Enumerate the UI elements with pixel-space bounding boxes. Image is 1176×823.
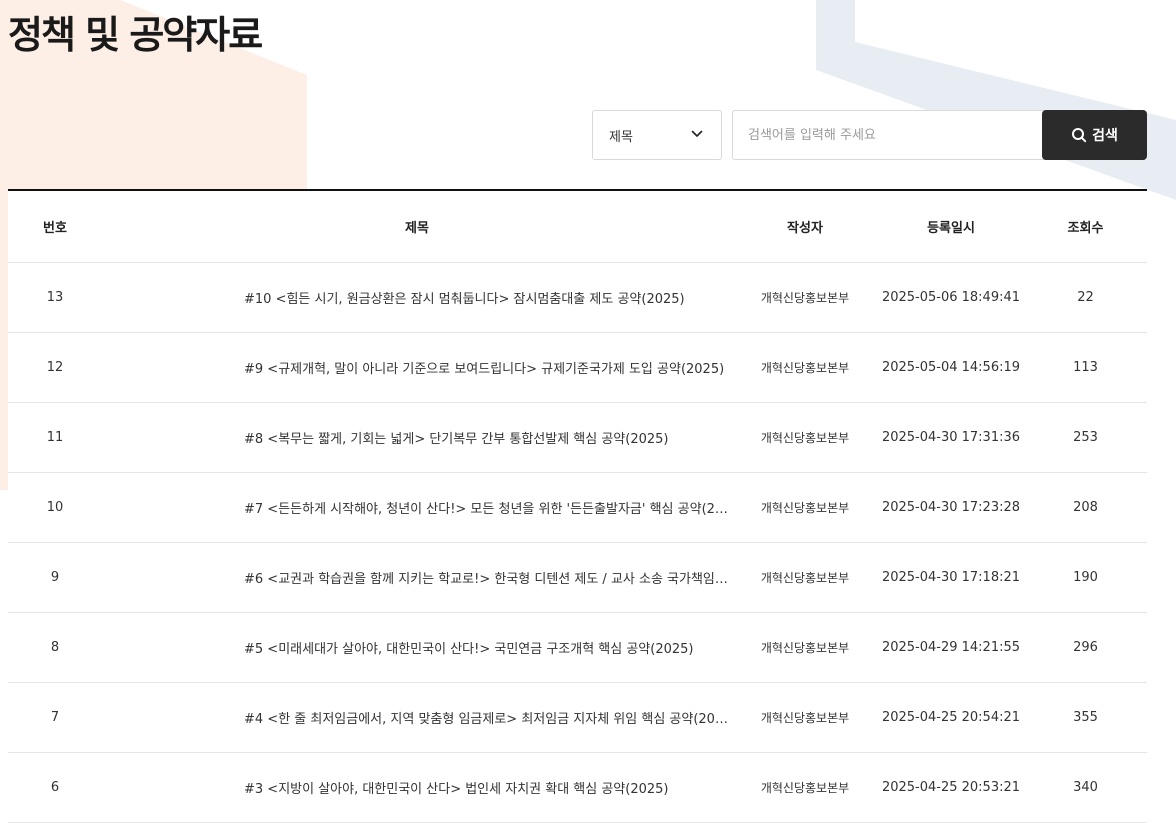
row-date: 2025-04-30 17:23:28 [878, 472, 1024, 543]
row-views: 340 [1024, 752, 1147, 823]
row-views: 208 [1024, 472, 1147, 543]
table-row[interactable]: 12 #9 <규제개혁, 말이 아니라 기준으로 보여드립니다> 규제기준국가제… [8, 332, 1147, 403]
table-row[interactable]: 6 #3 <지방이 살아야, 대한민국이 산다> 법인세 자치권 확대 핵심 공… [8, 752, 1147, 823]
row-title-link[interactable]: #4 <한 줄 최저임금에서, 지역 맞춤형 임금제로> 최저임금 지자체 위임… [244, 712, 732, 727]
row-author: 개혁신당홍보본부 [732, 682, 878, 753]
table-row[interactable]: 11 #8 <복무는 짧게, 기회는 넓게> 단기복무 간부 통합선발제 핵심 … [8, 402, 1147, 473]
row-title-cell: #6 <교권과 학습권을 함께 지키는 학교로!> 한국형 디텐션 제도 / 교… [102, 542, 732, 613]
row-author: 개혁신당홍보본부 [732, 542, 878, 613]
search-field-select[interactable]: 제목 [592, 110, 722, 160]
table-row[interactable]: 9 #6 <교권과 학습권을 함께 지키는 학교로!> 한국형 디텐션 제도 /… [8, 542, 1147, 613]
row-number: 12 [8, 332, 102, 403]
row-author: 개혁신당홍보본부 [732, 332, 878, 403]
row-author: 개혁신당홍보본부 [732, 472, 878, 543]
row-number: 11 [8, 402, 102, 473]
row-title-link[interactable]: #10 <힘든 시기, 원금상환은 잠시 멈춰둡니다> 잠시멈춤대출 제도 공약… [244, 292, 685, 307]
row-views: 253 [1024, 402, 1147, 473]
row-views: 190 [1024, 542, 1147, 613]
table-row[interactable]: 10 #7 <든든하게 시작해야, 청년이 산다!> 모든 청년을 위한 '든든… [8, 472, 1147, 543]
row-author: 개혁신당홍보본부 [732, 612, 878, 683]
row-title-cell: #3 <지방이 살아야, 대한민국이 산다> 법인세 자치권 확대 핵심 공약(… [102, 752, 732, 823]
row-date: 2025-04-25 20:53:21 [878, 752, 1024, 823]
search-button[interactable]: 검색 [1042, 110, 1147, 160]
header-title: 제목 [102, 190, 732, 263]
row-title-cell: #9 <규제개혁, 말이 아니라 기준으로 보여드립니다> 규제기준국가제 도입… [102, 332, 732, 403]
search-field-value: 제목 [609, 130, 633, 145]
row-number: 7 [8, 682, 102, 753]
row-title-link[interactable]: #9 <규제개혁, 말이 아니라 기준으로 보여드립니다> 규제기준국가제 도입… [244, 362, 724, 377]
row-title-link[interactable]: #8 <복무는 짧게, 기회는 넓게> 단기복무 간부 통합선발제 핵심 공약(… [244, 432, 669, 447]
row-views: 355 [1024, 682, 1147, 753]
header-date: 등록일시 [878, 190, 1024, 263]
board-table: 번호 제목 작성자 등록일시 조회수 13 #10 <힘든 시기, 원금상환은 … [8, 189, 1147, 823]
row-number: 9 [8, 542, 102, 613]
table-header-row: 번호 제목 작성자 등록일시 조회수 [8, 190, 1147, 263]
table-row[interactable]: 13 #10 <힘든 시기, 원금상환은 잠시 멈춰둡니다> 잠시멈춤대출 제도… [8, 262, 1147, 333]
search-button-label: 검색 [1092, 128, 1118, 144]
row-title-link[interactable]: #7 <든든하게 시작해야, 청년이 산다!> 모든 청년을 위한 '든든출발자… [244, 502, 732, 517]
row-date: 2025-04-30 17:31:36 [878, 402, 1024, 473]
row-author: 개혁신당홍보본부 [732, 262, 878, 333]
row-title-cell: #5 <미래세대가 살아야, 대한민국이 산다!> 국민연금 구조개혁 핵심 공… [102, 612, 732, 683]
chevron-down-icon [691, 130, 703, 137]
header-number: 번호 [8, 190, 102, 263]
row-number: 8 [8, 612, 102, 683]
row-title-cell: #4 <한 줄 최저임금에서, 지역 맞춤형 임금제로> 최저임금 지자체 위임… [102, 682, 732, 753]
row-title-cell: #10 <힘든 시기, 원금상환은 잠시 멈춰둡니다> 잠시멈춤대출 제도 공약… [102, 262, 732, 333]
row-title-cell: #8 <복무는 짧게, 기회는 넓게> 단기복무 간부 통합선발제 핵심 공약(… [102, 402, 732, 473]
row-views: 22 [1024, 262, 1147, 333]
row-title-link[interactable]: #3 <지방이 살아야, 대한민국이 산다> 법인세 자치권 확대 핵심 공약(… [244, 782, 669, 797]
row-title-link[interactable]: #6 <교권과 학습권을 함께 지키는 학교로!> 한국형 디텐션 제도 / 교… [244, 572, 732, 587]
row-views: 296 [1024, 612, 1147, 683]
row-title-cell: #7 <든든하게 시작해야, 청년이 산다!> 모든 청년을 위한 '든든출발자… [102, 472, 732, 543]
row-number: 6 [8, 752, 102, 823]
board-list: 번호 제목 작성자 등록일시 조회수 13 #10 <힘든 시기, 원금상환은 … [8, 189, 1147, 823]
row-date: 2025-04-29 14:21:55 [878, 612, 1024, 683]
row-author: 개혁신당홍보본부 [732, 752, 878, 823]
row-date: 2025-04-30 17:18:21 [878, 542, 1024, 613]
row-date: 2025-04-25 20:54:21 [878, 682, 1024, 753]
table-body: 13 #10 <힘든 시기, 원금상환은 잠시 멈춰둡니다> 잠시멈춤대출 제도… [8, 262, 1147, 823]
table-row[interactable]: 8 #5 <미래세대가 살아야, 대한민국이 산다!> 국민연금 구조개혁 핵심… [8, 612, 1147, 683]
row-number: 13 [8, 262, 102, 333]
header-author: 작성자 [732, 190, 878, 263]
header-views: 조회수 [1024, 190, 1147, 263]
search-input[interactable] [732, 110, 1047, 160]
row-author: 개혁신당홍보본부 [732, 402, 878, 473]
page-title: 정책 및 공약자료 [8, 13, 263, 57]
table-row[interactable]: 7 #4 <한 줄 최저임금에서, 지역 맞춤형 임금제로> 최저임금 지자체 … [8, 682, 1147, 753]
search-icon [1072, 128, 1087, 143]
row-views: 113 [1024, 332, 1147, 403]
row-number: 10 [8, 472, 102, 543]
row-date: 2025-05-04 14:56:19 [878, 332, 1024, 403]
row-date: 2025-05-06 18:49:41 [878, 262, 1024, 333]
row-title-link[interactable]: #5 <미래세대가 살아야, 대한민국이 산다!> 국민연금 구조개혁 핵심 공… [244, 642, 694, 657]
